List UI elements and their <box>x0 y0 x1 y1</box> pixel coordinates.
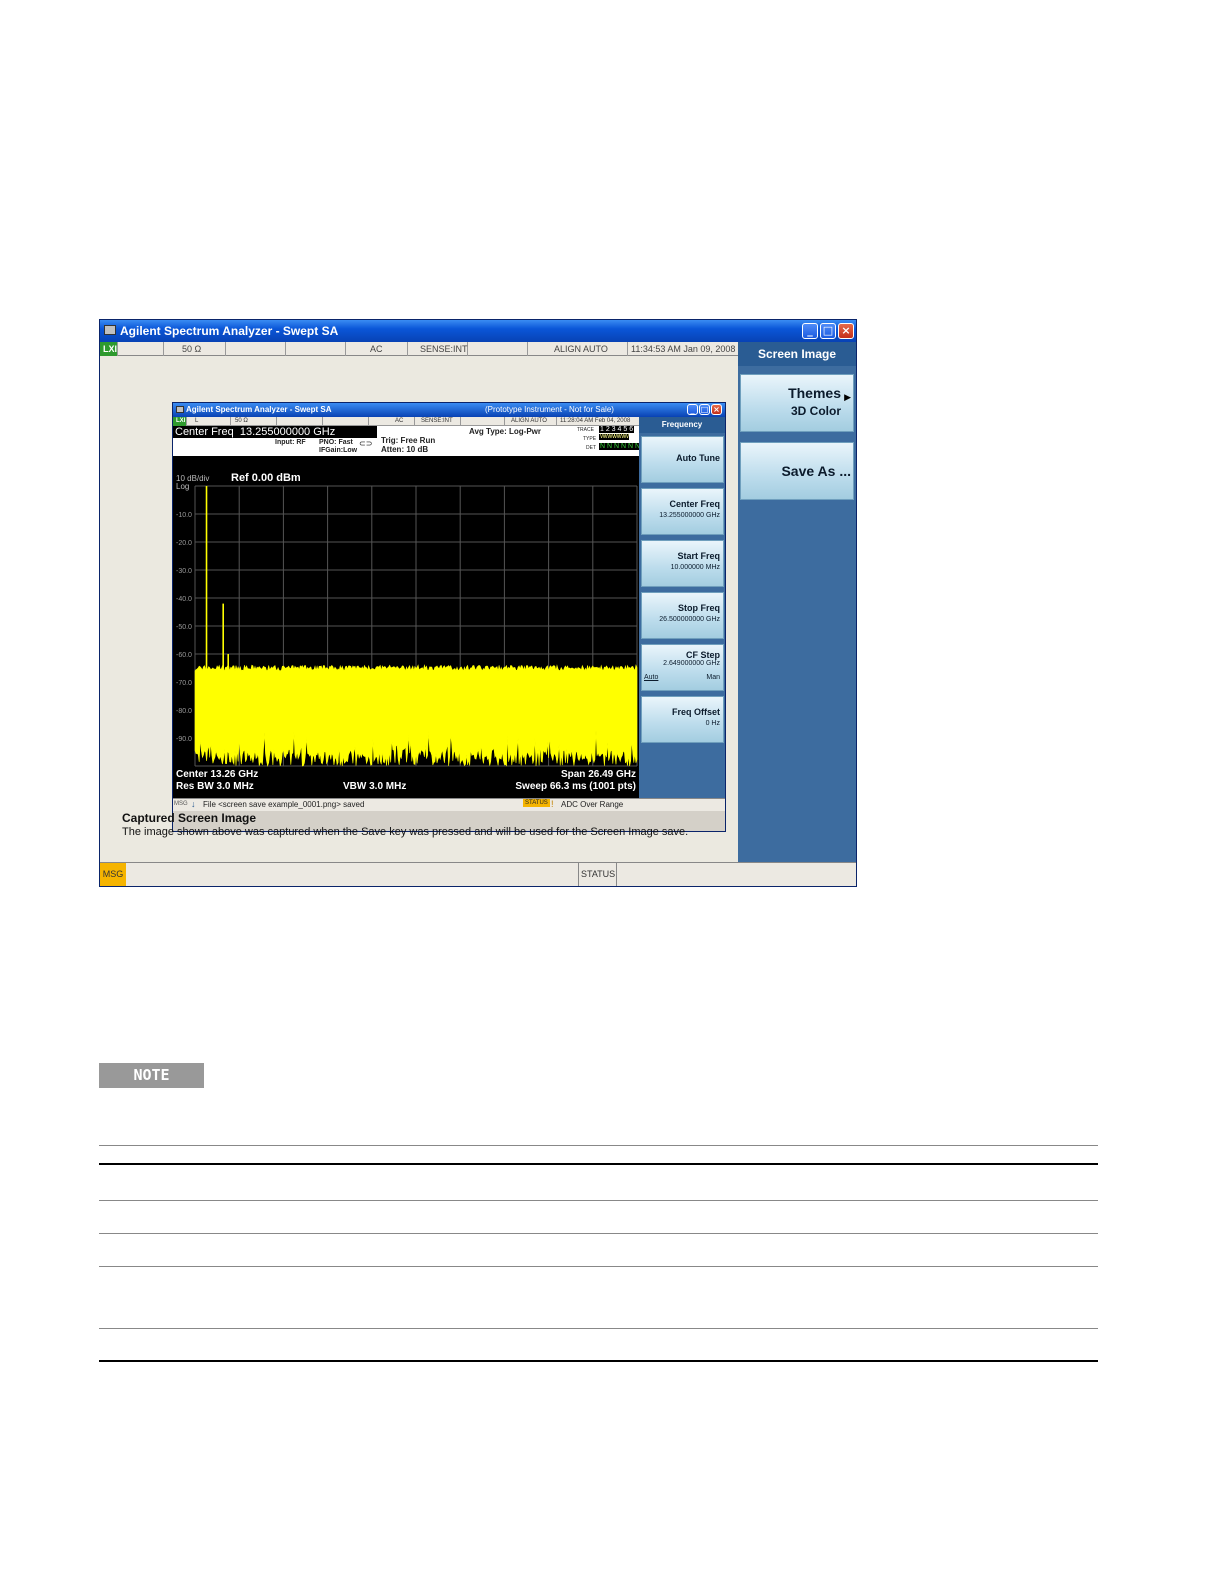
sense-cell: SENSE:INT <box>408 342 468 356</box>
align-cell: ALIGN AUTO <box>528 342 628 356</box>
screen-image-menu-title: Screen Image <box>738 342 856 366</box>
spectrum-plot: 10 dB/div Log Ref 0.00 dBm -10.0 -20.0 -30… <box>173 456 639 798</box>
analyzer-window: Agilent Spectrum Analyzer - Swept SA _ □… <box>99 319 857 887</box>
info-arrow-icon: ↓ <box>191 799 196 809</box>
freq-offset-key: Freq Offset 0 Hz <box>641 696 724 743</box>
captured-image-panel: Agilent Spectrum Analyzer - Swept SA (Pr… <box>100 356 738 862</box>
table-rule <box>99 1360 1098 1362</box>
noise-floor-trace <box>194 664 638 767</box>
save-as-button[interactable]: Save As ... <box>740 442 854 500</box>
minimize-icon[interactable]: _ <box>802 323 818 339</box>
trig-icon: ⊂⊃ <box>359 439 373 448</box>
table-rule <box>99 1163 1098 1165</box>
inner-window-title: Agilent Spectrum Analyzer - Swept SA <box>186 405 332 414</box>
inner-maximize-icon: □ <box>699 404 710 415</box>
window-title: Agilent Spectrum Analyzer - Swept SA <box>120 324 339 338</box>
caption-text: The image shown above was captured when … <box>122 826 689 838</box>
spectrum-trace-area: -10.0 -20.0 -30.0 -40.0 -50.0 -60.0 -70.0 -80.0… <box>176 485 638 767</box>
themes-value: 3D Color <box>790 404 841 418</box>
table-rule <box>99 1266 1098 1267</box>
warning-icon: ! <box>551 799 554 809</box>
center-freq-key: Center Freq 13.255000000 GHz <box>641 488 724 535</box>
caption-title: Captured Screen Image <box>122 811 257 825</box>
footer-res-bw: Res BW 3.0 MHz <box>176 781 254 792</box>
inner-title-bar: Agilent Spectrum Analyzer - Swept SA (Pr… <box>173 403 725 417</box>
inner-close-icon: × <box>711 404 722 415</box>
themes-label: Themes <box>788 385 841 401</box>
y-tick-label: -80.0 <box>176 708 192 715</box>
table-rule <box>99 1145 1098 1146</box>
table-rule <box>99 1200 1098 1201</box>
center-freq-readout: Center Freq 13.255000000 GHz <box>173 426 377 438</box>
submenu-arrow-icon: ▶ <box>844 392 851 402</box>
start-freq-key: Start Freq 10.000000 MHz <box>641 540 724 587</box>
captured-screen-image: Agilent Spectrum Analyzer - Swept SA (Pr… <box>172 402 726 832</box>
footer-vbw: VBW 3.0 MHz <box>343 781 407 792</box>
app-icon <box>104 325 116 335</box>
note-label: NOTE <box>133 1066 170 1084</box>
y-tick-label: -50.0 <box>176 624 192 631</box>
y-tick-label: -40.0 <box>176 596 192 603</box>
save-as-label: Save As ... <box>781 463 851 479</box>
close-icon[interactable]: × <box>838 323 854 339</box>
msg-label: MSG <box>100 863 126 886</box>
inner-message-text: File <screen save example_0001.png> save… <box>203 800 365 809</box>
footer-span: Span 26.49 GHz <box>560 769 636 780</box>
impedance-cell: 50 Ω <box>164 342 226 356</box>
y-tick-label: -70.0 <box>176 680 192 687</box>
inner-app-icon <box>176 406 184 413</box>
maximize-icon[interactable]: □ <box>820 323 836 339</box>
datetime-cell: 11:34:53 AM Jan 09, 2008 <box>631 344 736 354</box>
inner-minimize-icon: _ <box>687 404 698 415</box>
lxi-indicator: LXI <box>100 342 118 356</box>
cf-step-key: CF Step 2.649000000 GHz Auto Man <box>641 644 724 691</box>
frequency-softkey-panel: Frequency Auto Tune Center Freq 13.25500… <box>639 417 725 798</box>
inner-status-text: ADC Over Range <box>561 800 624 809</box>
measurement-header: Center Freq 13.255000000 GHz Input: RF P… <box>173 426 642 456</box>
y-tick-label: -90.0 <box>176 736 192 743</box>
y-tick-label: -30.0 <box>176 568 192 575</box>
window-title-bar[interactable]: Agilent Spectrum Analyzer - Swept SA _ □… <box>100 320 856 342</box>
note-badge: NOTE <box>99 1063 204 1088</box>
y-tick-label: -20.0 <box>176 540 192 547</box>
table-rule <box>99 1233 1098 1234</box>
inner-status-bar: LXI L 50 Ω AC SENSE:INT ALIGN AUTO 11:28… <box>173 417 639 426</box>
status-label: STATUS <box>581 869 616 879</box>
status-bar-bottom: MSG STATUS <box>100 862 856 886</box>
coupling-cell: AC <box>346 342 408 356</box>
y-tick-label: -60.0 <box>176 652 192 659</box>
table-rule <box>99 1328 1098 1329</box>
inner-message-bar: MSG ↓ File <screen save example_0001.png… <box>173 798 725 811</box>
auto-tune-key: Auto Tune <box>641 436 724 483</box>
status-bar-top: LXI 50 Ω AC SENSE:INT ALIGN AUTO 11:34:5… <box>100 342 738 356</box>
screen-image-softkey-panel: Screen Image Themes 3D Color ▶ Save As .… <box>738 342 856 862</box>
inner-window-subtitle: (Prototype Instrument - Not for Sale) <box>485 405 614 414</box>
themes-key[interactable]: Themes 3D Color ▶ <box>740 374 854 432</box>
footer-center: Center 13.26 GHz <box>176 769 259 780</box>
frequency-menu-title: Frequency <box>639 417 725 433</box>
stop-freq-key: Stop Freq 26.500000000 GHz <box>641 592 724 639</box>
footer-sweep: Sweep 66.3 ms (1001 pts) <box>515 781 636 792</box>
y-tick-label: -10.0 <box>176 512 192 519</box>
